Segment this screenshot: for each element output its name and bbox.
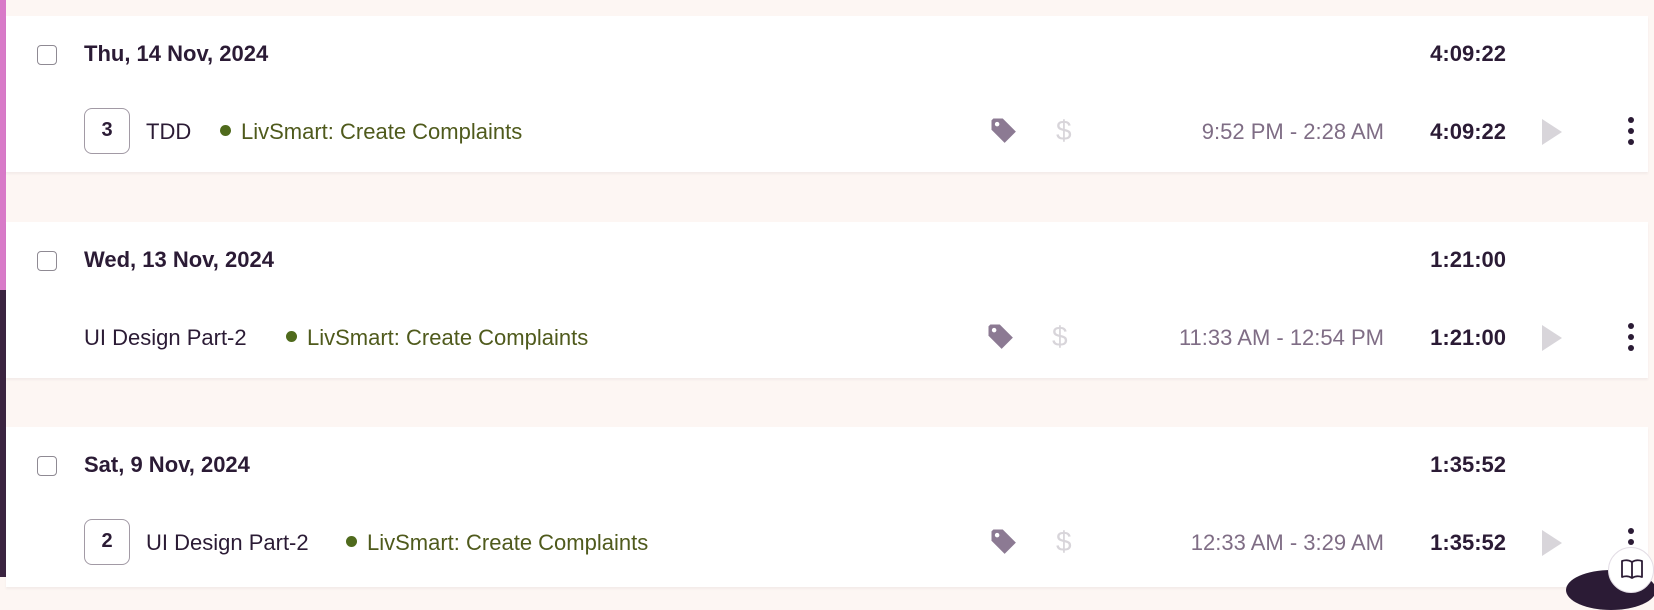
project-name: LivSmart: Create Complaints [367,530,649,555]
day-total: 4:09:22 [1430,41,1506,66]
select-day-checkbox[interactable] [37,456,57,476]
select-day-checkbox[interactable] [37,251,57,271]
day-header: Sat, 9 Nov, 2024 1:35:52 [6,427,1648,507]
entry-description[interactable]: UI Design Part-2 [146,530,309,556]
entry-count-badge[interactable]: 3 [84,108,130,154]
day-total: 1:35:52 [1430,452,1506,477]
entry-project[interactable]: LivSmart: Create Complaints [286,325,588,351]
entry-description[interactable]: UI Design Part-2 [84,325,247,351]
billable-dollar-icon[interactable]: $ [1056,526,1072,558]
time-entry-row[interactable]: 3 TDD LivSmart: Create Complaints $ 9:52… [6,96,1648,172]
day-group: Sat, 9 Nov, 2024 1:35:52 2 UI Design Par… [6,427,1648,587]
tag-icon[interactable] [986,322,1016,352]
billable-dollar-icon[interactable]: $ [1052,321,1068,353]
book-icon[interactable] [1608,547,1654,593]
more-options-icon[interactable] [1628,322,1634,352]
play-icon[interactable] [1540,528,1564,558]
day-header: Wed, 13 Nov, 2024 1:21:00 [6,222,1648,302]
day-date: Sat, 9 Nov, 2024 [84,452,250,477]
play-icon[interactable] [1540,117,1564,147]
entry-project[interactable]: LivSmart: Create Complaints [346,530,648,556]
entry-time-range[interactable]: 9:52 PM - 2:28 AM [1202,119,1384,145]
entry-count-badge[interactable]: 2 [84,519,130,565]
tag-icon[interactable] [989,527,1019,557]
entry-description[interactable]: TDD [146,119,191,145]
day-total: 1:21:00 [1430,247,1506,272]
entry-duration[interactable]: 4:09:22 [1430,119,1506,145]
day-header: Thu, 14 Nov, 2024 4:09:22 [6,16,1648,96]
project-name: LivSmart: Create Complaints [241,119,523,144]
time-entry-row[interactable]: UI Design Part-2 LivSmart: Create Compla… [6,302,1648,378]
billable-dollar-icon[interactable]: $ [1056,115,1072,147]
project-color-dot [346,536,357,547]
play-icon[interactable] [1540,323,1564,353]
entry-project[interactable]: LivSmart: Create Complaints [220,119,522,145]
more-options-icon[interactable] [1628,116,1634,146]
entry-time-range[interactable]: 11:33 AM - 12:54 PM [1179,325,1384,351]
project-name: LivSmart: Create Complaints [307,325,589,350]
project-color-dot [220,125,231,136]
day-date: Thu, 14 Nov, 2024 [84,41,269,66]
day-group: Wed, 13 Nov, 2024 1:21:00 UI Design Part… [6,222,1648,378]
time-entry-row[interactable]: 2 UI Design Part-2 LivSmart: Create Comp… [6,507,1648,583]
entry-duration[interactable]: 1:35:52 [1430,530,1506,556]
entry-duration[interactable]: 1:21:00 [1430,325,1506,351]
tag-icon[interactable] [989,116,1019,146]
select-day-checkbox[interactable] [37,45,57,65]
day-date: Wed, 13 Nov, 2024 [84,247,274,272]
project-color-dot [286,331,297,342]
entry-time-range[interactable]: 12:33 AM - 3:29 AM [1191,530,1384,556]
day-group: Thu, 14 Nov, 2024 4:09:22 3 TDD LivSmart… [6,16,1648,172]
